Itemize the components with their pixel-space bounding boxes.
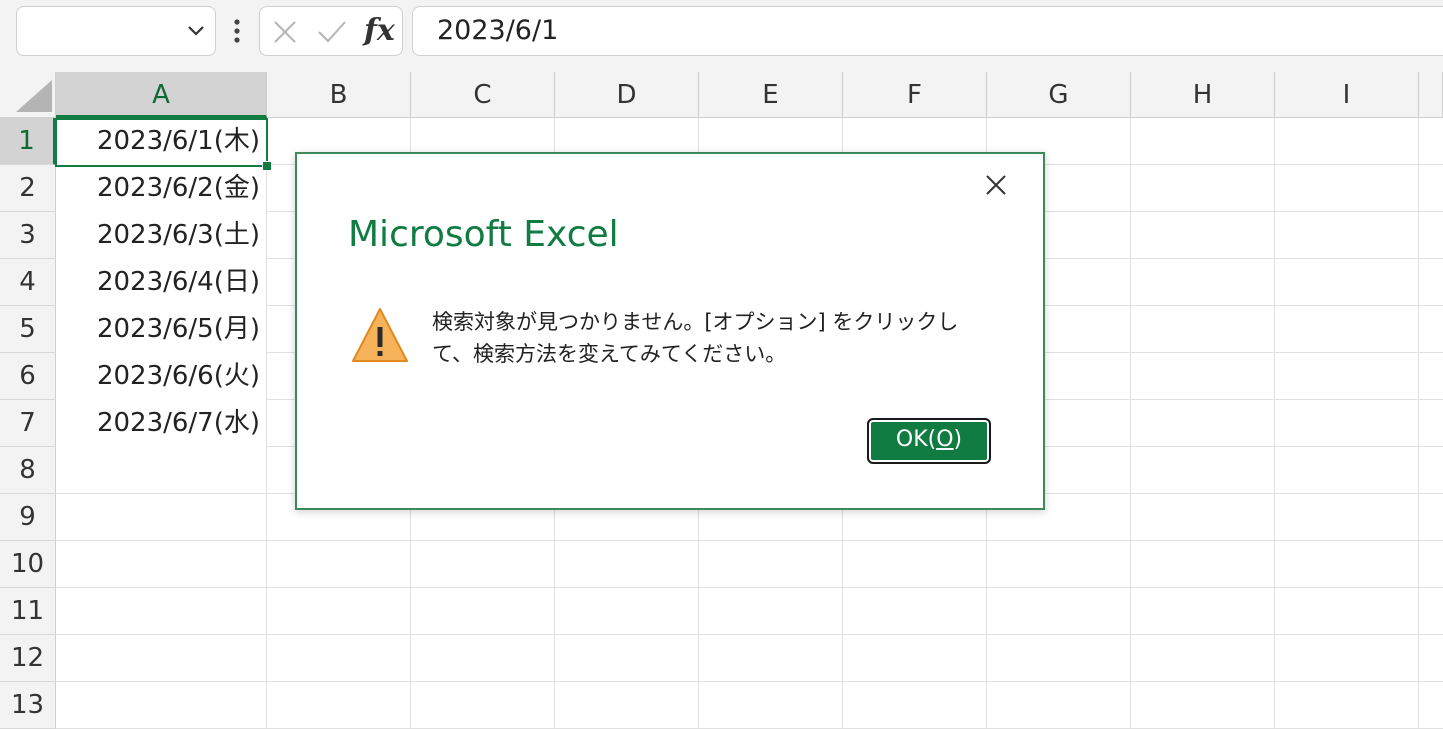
active-cell-border — [55, 118, 268, 167]
gridline — [1130, 118, 1131, 729]
cell-a4[interactable]: 2023/6/4(日) — [56, 259, 266, 306]
more-dots-icon[interactable] — [230, 18, 244, 44]
row-header-13[interactable]: 13 — [0, 682, 56, 729]
row-header-10[interactable]: 10 — [0, 541, 56, 588]
row-header-7[interactable]: 7 — [0, 400, 56, 447]
gridline — [56, 587, 1443, 588]
chevron-down-icon[interactable] — [187, 24, 205, 38]
row-header-6[interactable]: 6 — [0, 353, 56, 400]
row-header-11[interactable]: 11 — [0, 588, 56, 635]
row-header-8[interactable]: 8 — [0, 447, 56, 494]
gridline — [266, 118, 267, 729]
select-all-button[interactable] — [0, 72, 56, 118]
row-header-9[interactable]: 9 — [0, 494, 56, 541]
formula-function-box: fx — [259, 6, 403, 56]
close-icon[interactable] — [983, 172, 1009, 198]
dialog-title: Microsoft Excel — [348, 214, 619, 255]
warning-icon — [352, 308, 408, 362]
name-box[interactable] — [16, 6, 216, 56]
dialog-message: 検索対象が見つかりません。[オプション] をクリックして、検索方法を変えてみてく… — [432, 310, 959, 366]
column-header-c[interactable]: C — [411, 72, 555, 118]
gridline — [56, 540, 1443, 541]
column-header-f[interactable]: F — [843, 72, 987, 118]
ok-button-label-close: ) — [953, 427, 963, 452]
gridline — [56, 681, 1443, 682]
column-header-next[interactable] — [1419, 72, 1443, 118]
column-header-g[interactable]: G — [987, 72, 1131, 118]
row-header-4[interactable]: 4 — [0, 259, 56, 306]
select-all-icon — [16, 80, 52, 112]
ok-button[interactable]: OK(O) — [867, 418, 991, 464]
cell-a7[interactable]: 2023/6/7(水) — [56, 400, 266, 447]
row-header-2[interactable]: 2 — [0, 165, 56, 212]
function-fx-icon[interactable]: fx — [364, 13, 395, 48]
formula-bar: fx 2023/6/1 — [0, 0, 1443, 72]
gridline — [1274, 118, 1275, 729]
cell-a2[interactable]: 2023/6/2(金) — [56, 165, 266, 212]
row-header-12[interactable]: 12 — [0, 635, 56, 682]
row-header-1[interactable]: 1 — [0, 118, 56, 165]
fill-handle[interactable] — [262, 161, 272, 171]
column-header-b[interactable]: B — [267, 72, 411, 118]
gridline — [1418, 118, 1419, 729]
message-dialog: Microsoft Excel 検索対象が見つかりません。[オプション] をクリ… — [295, 152, 1045, 510]
row-header-3[interactable]: 3 — [0, 212, 56, 259]
column-header-e[interactable]: E — [699, 72, 843, 118]
cell-a3[interactable]: 2023/6/3(土) — [56, 212, 266, 259]
formula-input[interactable]: 2023/6/1 — [412, 6, 1443, 56]
ok-button-label: OK( — [895, 427, 937, 452]
column-header-h[interactable]: H — [1131, 72, 1275, 118]
enter-check-icon[interactable] — [316, 19, 348, 45]
cell-a5[interactable]: 2023/6/5(月) — [56, 306, 266, 353]
column-header-d[interactable]: D — [555, 72, 699, 118]
column-header-a[interactable]: A — [56, 72, 267, 118]
cell-a6[interactable]: 2023/6/6(火) — [56, 353, 266, 400]
cancel-x-icon[interactable] — [272, 19, 298, 45]
column-header-i[interactable]: I — [1275, 72, 1419, 118]
row-header-5[interactable]: 5 — [0, 306, 56, 353]
ok-button-mnemonic: O — [936, 427, 954, 452]
gridline — [56, 634, 1443, 635]
